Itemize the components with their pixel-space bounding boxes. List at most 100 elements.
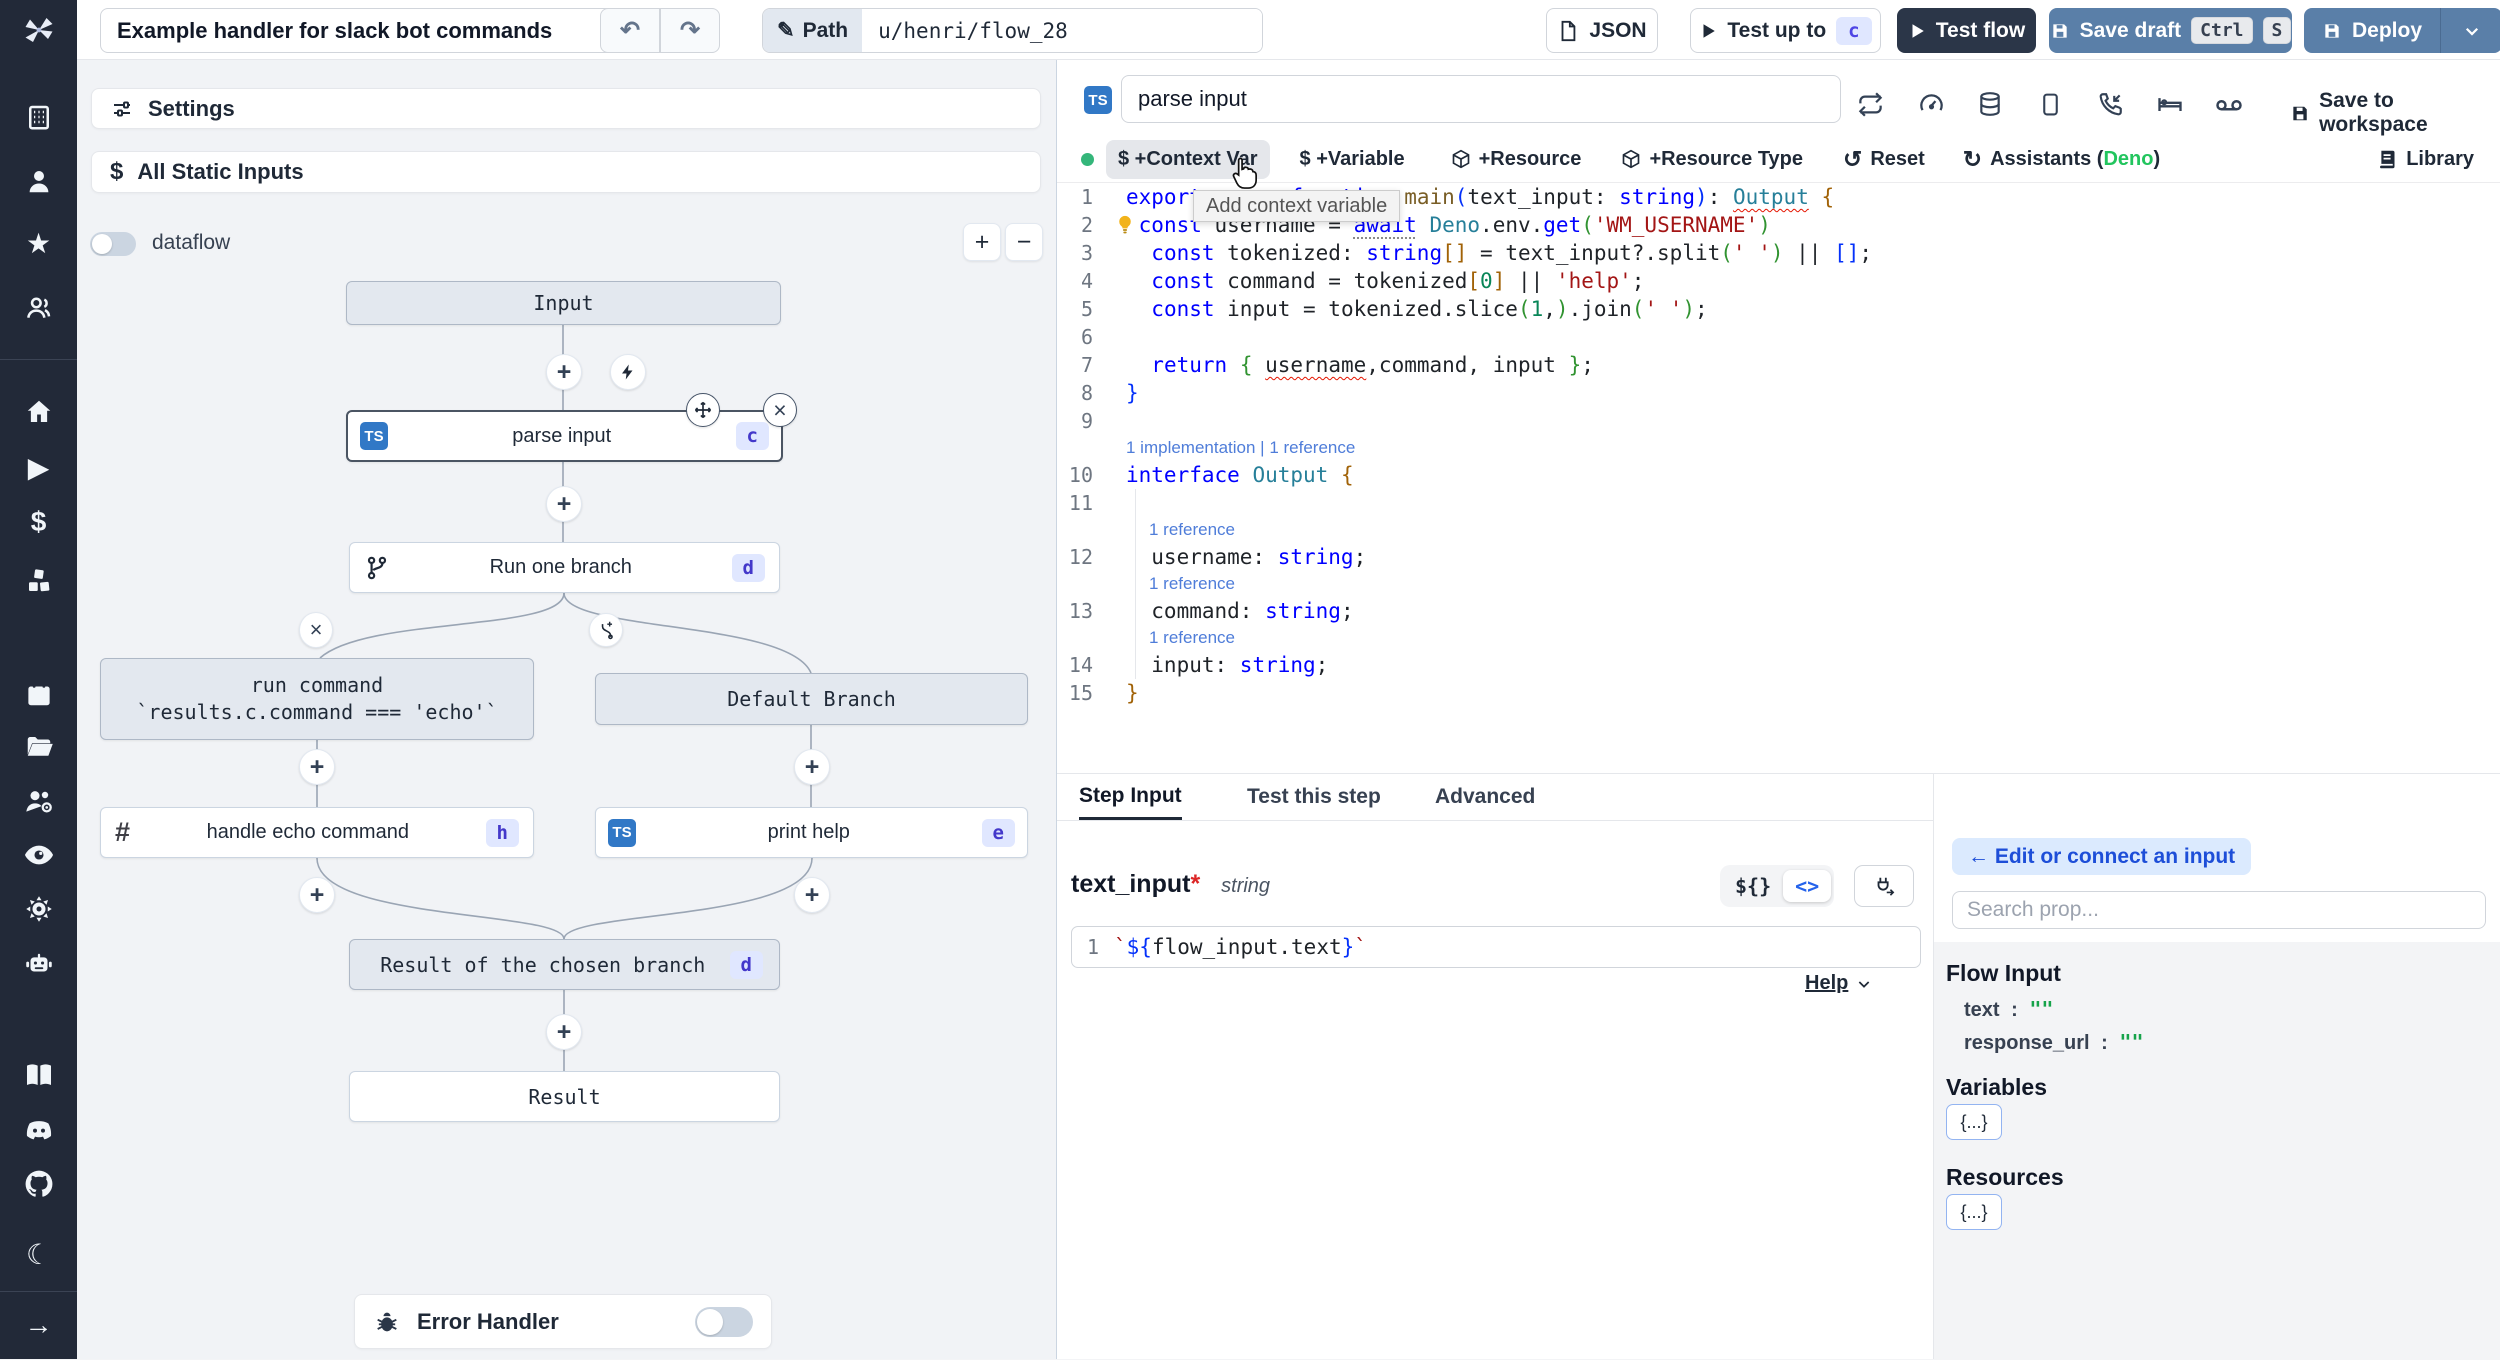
- git-branch-icon: [367, 556, 387, 579]
- flow-title-input[interactable]: Example handler for slack bot commands: [100, 8, 655, 53]
- path-input[interactable]: u/henri/flow_28: [862, 9, 1263, 52]
- tab-step-input[interactable]: Step Input: [1079, 774, 1182, 820]
- left-sidebar: ★ ▶ $ ☾ →: [0, 0, 77, 1359]
- save-to-workspace-button[interactable]: Save to workspace: [2290, 89, 2500, 137]
- field-type: string: [1221, 875, 1271, 897]
- json-button[interactable]: JSON: [1546, 8, 1658, 53]
- search-prop-input[interactable]: Search prop...: [1952, 891, 2486, 929]
- user-icon[interactable]: [0, 159, 77, 203]
- help-link[interactable]: Help: [1805, 972, 1872, 995]
- bolt-icon: [622, 364, 633, 380]
- folders-icon[interactable]: [0, 725, 77, 769]
- delete-step-button[interactable]: ×: [763, 393, 797, 427]
- trigger-bolt-button[interactable]: [610, 354, 646, 390]
- tab-test-this-step[interactable]: Test this step: [1247, 774, 1381, 820]
- deploy-dropdown-button[interactable]: [2440, 8, 2500, 53]
- required-asterisk: *: [1190, 870, 1201, 898]
- save-icon: [2325, 23, 2339, 38]
- redo-button[interactable]: ↷: [660, 8, 720, 53]
- undo-button[interactable]: ↶: [600, 8, 660, 53]
- step-id-badge: c: [735, 422, 769, 450]
- groups-icon[interactable]: [0, 285, 77, 329]
- discord-icon[interactable]: [0, 1108, 77, 1152]
- expression-editor[interactable]: 1 `${flow_input.text}`: [1071, 926, 1921, 968]
- redo-icon: ↷: [679, 17, 701, 44]
- add-step-button[interactable]: +: [794, 877, 830, 913]
- add-step-button[interactable]: +: [299, 877, 335, 913]
- repeat-icon[interactable]: [1850, 84, 1890, 124]
- smartphone-icon[interactable]: [2030, 84, 2070, 124]
- reset-button[interactable]: ↺ Reset: [1831, 138, 1937, 181]
- variables-expand-button[interactable]: {...}: [1946, 1104, 2002, 1140]
- audit-eye-icon[interactable]: [0, 833, 77, 877]
- quickfix-lightbulb-icon[interactable]: [1115, 214, 1135, 236]
- test-flow-button[interactable]: Test flow: [1897, 8, 2036, 53]
- tab-advanced[interactable]: Advanced: [1435, 774, 1535, 820]
- flow-node-print-help[interactable]: TS print help e: [595, 807, 1028, 858]
- add-resource-type-button[interactable]: +Resource Type: [1609, 140, 1815, 179]
- add-step-button[interactable]: +: [546, 486, 582, 522]
- gauge-icon[interactable]: [1911, 84, 1951, 124]
- resources-expand-button[interactable]: {...}: [1946, 1194, 2002, 1230]
- prop-row-text[interactable]: text : "": [1964, 997, 2053, 1022]
- tooltip: Add context variable: [1193, 190, 1401, 222]
- move-step-button[interactable]: [686, 393, 720, 427]
- flow-graph-panel: Settings $ All Static Inputs dataflow + …: [77, 60, 1057, 1359]
- add-step-button[interactable]: +: [546, 1014, 582, 1050]
- add-step-button[interactable]: +: [299, 749, 335, 785]
- dark-mode-moon-icon[interactable]: ☾: [0, 1232, 77, 1276]
- add-resource-button[interactable]: +Resource: [1439, 140, 1594, 179]
- windmill-logo-icon[interactable]: [0, 8, 77, 52]
- bed-icon[interactable]: [2150, 84, 2190, 124]
- arrows-move-icon: [694, 401, 712, 419]
- workers-icon[interactable]: [0, 779, 77, 823]
- resources-icon[interactable]: [0, 559, 77, 603]
- workspace-icon[interactable]: [0, 95, 77, 139]
- topbar: Example handler for slack bot commands ↶…: [77, 0, 2500, 60]
- save-draft-button[interactable]: Save draft Ctrl S: [2049, 8, 2292, 53]
- phone-incoming-icon[interactable]: [2091, 84, 2131, 124]
- flow-node-input[interactable]: Input: [346, 281, 781, 325]
- kbd-ctrl: Ctrl: [2191, 17, 2253, 44]
- settings-gear-icon[interactable]: [0, 887, 77, 931]
- expand-sidebar-arrow-icon[interactable]: →: [0, 1303, 77, 1347]
- database-icon[interactable]: [1970, 84, 2010, 124]
- path-label[interactable]: ✎ Path: [763, 9, 863, 52]
- step-name-input[interactable]: parse input: [1121, 75, 1841, 123]
- voicemail-icon[interactable]: [2209, 84, 2249, 124]
- edit-or-connect-back-button[interactable]: ← Edit or connect an input: [1952, 838, 2252, 875]
- flow-node-result[interactable]: Result: [349, 1071, 780, 1122]
- file-json-icon: [1561, 20, 1576, 41]
- add-step-button[interactable]: +: [546, 354, 582, 390]
- assistants-button[interactable]: ↻ Assistants (Deno): [1951, 138, 2172, 181]
- connect-input-button[interactable]: [1854, 865, 1914, 907]
- library-button[interactable]: Library: [2365, 140, 2486, 179]
- template-mode-button[interactable]: ${}: [1723, 870, 1783, 902]
- code-area[interactable]: 1export async function main(text_input: …: [1057, 183, 2500, 707]
- code-mode-button[interactable]: <>: [1783, 870, 1832, 902]
- flow-node-branch-result[interactable]: Result of the chosen branch d: [349, 939, 780, 990]
- flow-node-run-command-branch[interactable]: run command `results.c.command === 'echo…: [100, 658, 534, 740]
- favorites-star-icon[interactable]: ★: [0, 221, 77, 265]
- flow-input-title: Flow Input: [1946, 960, 2061, 986]
- deploy-button[interactable]: Deploy: [2304, 8, 2441, 53]
- variables-icon[interactable]: $: [0, 500, 77, 544]
- typescript-badge: TS: [1084, 86, 1112, 114]
- ai-robot-icon[interactable]: [0, 941, 77, 985]
- add-step-button[interactable]: +: [794, 749, 830, 785]
- runs-icon[interactable]: ▶: [0, 445, 77, 489]
- prop-row-response-url[interactable]: response_url : "": [1964, 1030, 2144, 1055]
- add-branch-button[interactable]: [589, 613, 623, 647]
- step-id-badge: d: [729, 950, 763, 979]
- schedules-calendar-icon[interactable]: [0, 672, 77, 716]
- flow-node-handle-echo-command[interactable]: # handle echo command h: [100, 807, 534, 858]
- flow-node-run-one-branch[interactable]: Run one branch d: [349, 542, 780, 593]
- remove-branch-button[interactable]: ×: [299, 612, 333, 648]
- add-variable-button[interactable]: $ +Variable: [1288, 140, 1417, 179]
- test-up-to-button[interactable]: Test up to c: [1690, 8, 1881, 53]
- github-icon[interactable]: [0, 1162, 77, 1206]
- split-branch-icon: [601, 621, 613, 639]
- home-icon[interactable]: [0, 390, 77, 434]
- flow-node-default-branch[interactable]: Default Branch: [595, 673, 1028, 725]
- docs-book-icon[interactable]: [0, 1053, 77, 1097]
